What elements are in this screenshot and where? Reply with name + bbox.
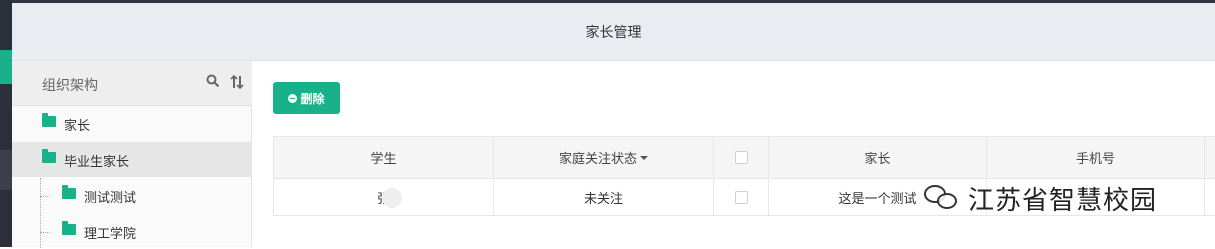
tree-connector <box>40 178 41 248</box>
folder-icon <box>42 113 56 127</box>
app-nav-strip <box>0 0 12 247</box>
tree-item-parents[interactable]: 家长 <box>12 106 252 141</box>
caret-down-icon[interactable] <box>640 155 648 160</box>
tree-item-label: 家长 <box>64 119 91 134</box>
parents-table: 学生 家庭关注状态 家长 手机号 张 <box>273 136 1215 216</box>
tree-item-graduate-parents[interactable]: 毕业生家长 <box>12 142 252 177</box>
row-checkbox[interactable] <box>734 191 748 204</box>
blur-mask <box>382 188 402 208</box>
delete-button-label: 删除 <box>300 91 325 106</box>
tree-connector <box>40 196 50 197</box>
tree-connector <box>40 232 50 233</box>
folder-icon <box>62 185 76 199</box>
main-content: 删除 学生 家庭关注状态 家长 手机号 未关注 这是一个测试 <box>253 61 1215 247</box>
wechat-logo-icon <box>924 183 960 213</box>
sort-icon[interactable] <box>230 74 244 94</box>
watermark: 江苏省智慧校园 <box>924 178 1157 218</box>
tree-item-label: 测试测试 <box>84 191 137 206</box>
column-header-phone[interactable]: 手机号 <box>987 137 1205 178</box>
app-frame: 家长管理 组织架构 家长 毕业生家长 测试测试 理工学院 删除 学生 家庭关注状… <box>0 0 1215 248</box>
cell-follow-status: 未关注 <box>494 180 714 215</box>
table-header: 学生 家庭关注状态 家长 手机号 <box>273 137 1215 179</box>
column-header-student[interactable]: 学生 <box>274 137 494 178</box>
org-tree-title: 组织架构 <box>42 78 98 94</box>
column-header-select <box>714 137 769 178</box>
folder-open-icon <box>42 149 56 163</box>
folder-icon <box>62 221 76 235</box>
column-header-parent[interactable]: 家长 <box>769 137 987 178</box>
column-header-follow-status[interactable]: 家庭关注状态 <box>494 137 714 178</box>
tree-item-label: 理工学院 <box>84 227 137 242</box>
minus-icon <box>288 93 298 103</box>
delete-button[interactable]: 删除 <box>273 82 340 114</box>
search-icon[interactable] <box>206 74 220 94</box>
page-title: 家长管理 <box>585 25 642 41</box>
watermark-text: 江苏省智慧校园 <box>968 185 1158 216</box>
tree-item-label: 毕业生家长 <box>64 155 130 170</box>
cell-select <box>714 180 769 215</box>
select-all-checkbox[interactable] <box>734 151 748 164</box>
org-tree-header: 组织架构 <box>12 61 252 106</box>
org-tree-panel: 组织架构 家长 毕业生家长 测试测试 理工学院 <box>12 61 252 247</box>
nav-item[interactable] <box>0 150 12 190</box>
cell-student: 张 <box>274 180 494 215</box>
page-header: 家长管理 <box>12 3 1215 61</box>
nav-active-indicator[interactable] <box>0 50 12 84</box>
